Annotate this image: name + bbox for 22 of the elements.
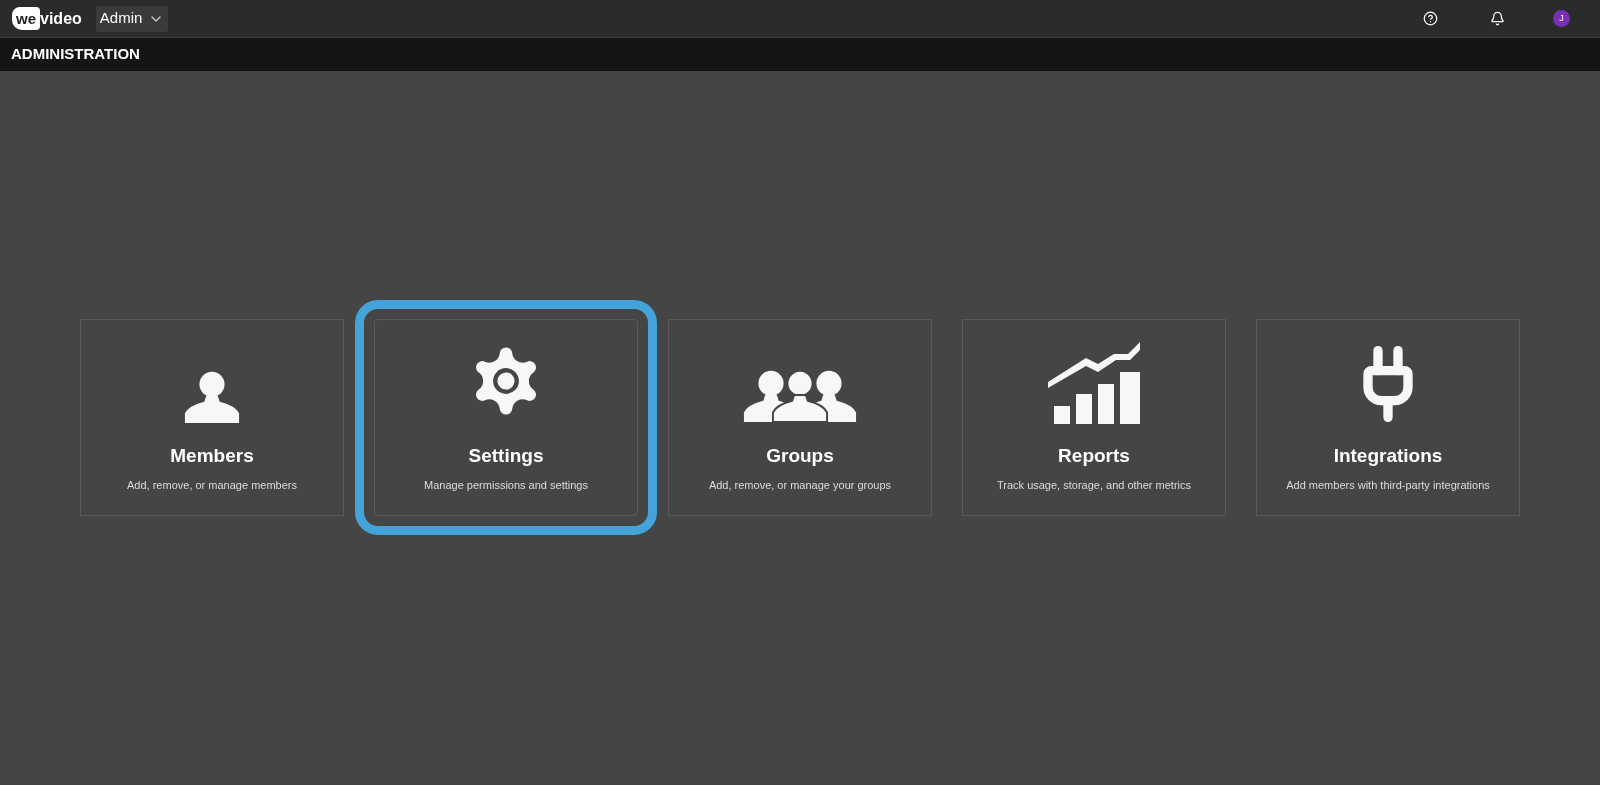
user-avatar[interactable]: J xyxy=(1553,10,1570,27)
chart-icon xyxy=(1048,342,1140,424)
card-description: Add, remove, or manage your groups xyxy=(708,477,892,493)
card-title: Reports xyxy=(1058,444,1130,468)
card-title: Members xyxy=(170,444,254,468)
card-description: Manage permissions and settings xyxy=(424,477,588,493)
notification-icon[interactable] xyxy=(1490,11,1505,26)
card-title: Settings xyxy=(468,444,544,468)
logo-badge: we xyxy=(12,7,40,30)
logo-text: video xyxy=(40,10,82,27)
card-description: Add, remove, or manage members xyxy=(127,477,297,493)
help-icon[interactable] xyxy=(1423,11,1438,26)
account-dropdown[interactable]: Admin xyxy=(95,5,169,32)
page-title: ADMINISTRATION xyxy=(11,44,140,65)
card-title: Groups xyxy=(766,444,834,468)
card-description: Track usage, storage, and other metrics xyxy=(997,477,1191,493)
admin-card[interactable]: Integrations Add members with third-party integrations xyxy=(1256,319,1520,516)
card-title: Integrations xyxy=(1333,444,1443,468)
admin-card[interactable]: Groups Add, remove, or manage your groups xyxy=(668,319,932,516)
admin-card[interactable]: Reports Track usage, storage, and other metrics xyxy=(962,319,1226,516)
admin-card[interactable]: Members Add, remove, or manage members xyxy=(80,319,344,516)
card-description: Add members with third-party integrations xyxy=(1286,477,1490,493)
